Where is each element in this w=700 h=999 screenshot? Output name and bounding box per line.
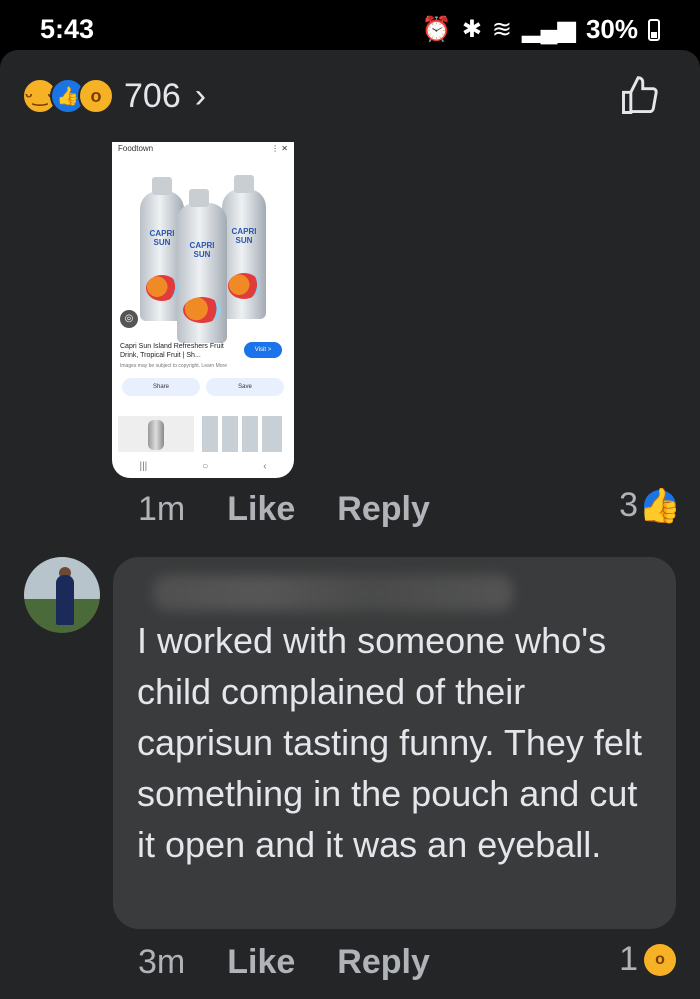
reaction-number: 1 [619,940,638,978]
share-button: Share [122,378,200,396]
comment-actions: 1m Like Reply [138,490,472,529]
phone-nav-keys: ||| ○ ‹ [139,461,267,472]
avatar[interactable] [24,557,100,633]
wifi-icon: ≋ [491,16,513,43]
battery-percent: 30% [585,14,638,44]
bottle-image: CAPRI SUN [177,189,227,343]
blurred-commenter-name [153,575,513,611]
wow-reaction-icon: o [78,78,114,114]
post-reactions-summary[interactable]: ᵕ‿ᵕ 👍 o 706 › [22,76,206,116]
image-header: Foodtown ⋮ ✕ [112,142,294,155]
bluetooth-icon: ✱ [461,16,482,43]
like-button-icon[interactable] [618,74,662,118]
image-source: Foodtown [118,144,154,153]
product-bottles: CAPRI SUN CAPRI SUN CAPRI SUN [112,155,294,343]
comment-actions: 3m Like Reply [138,943,472,982]
comment-bubble[interactable]: I worked with someone who's child compla… [113,557,676,929]
close-icon: ⋮ ✕ [271,144,288,153]
related-thumbnails [118,416,288,452]
thumbnail [202,416,282,452]
status-icons: ⏰ ✱ ≋ ▂▄▆ 30% [422,14,660,45]
battery-icon [648,18,660,41]
reaction-number: 3 [619,486,638,524]
chevron-right-icon: › [194,76,207,115]
comment-time: 1m [138,490,186,528]
signal-icon: ▂▄▆ [522,16,576,43]
reaction-count: 706 [124,76,181,115]
save-button: Save [206,378,284,396]
like-link[interactable]: Like [227,490,295,529]
thumbnail [118,416,194,452]
reply-link[interactable]: Reply [337,490,430,529]
comment-time: 3m [138,943,186,981]
bottle-image: CAPRI SUN [222,175,266,319]
shared-image[interactable]: Foodtown ⋮ ✕ CAPRI SUN CAPRI SUN CAPRI S… [112,142,294,478]
status-bar: 5:43 ⏰ ✱ ≋ ▂▄▆ 30% [0,0,700,56]
product-title: Capri Sun Island Refreshers Fruit Drink,… [120,343,224,359]
comment-reaction-count[interactable]: 3 👍 [619,486,682,525]
comment-text: I worked with someone who's child compla… [137,620,642,865]
alarm-icon: ⏰ [421,16,452,43]
status-time: 5:43 [40,14,95,44]
wow-reaction-icon: o [644,943,676,976]
like-link[interactable]: Like [227,943,295,982]
like-reaction-icon: 👍 [638,486,682,525]
lens-icon: ◎ [120,310,138,328]
comment-reaction-count[interactable]: 1 o [619,940,676,979]
visit-button: Visit > [244,342,282,358]
copyright-note: Images may be subject to copyright. Lear… [120,363,227,369]
reply-link[interactable]: Reply [337,943,430,982]
